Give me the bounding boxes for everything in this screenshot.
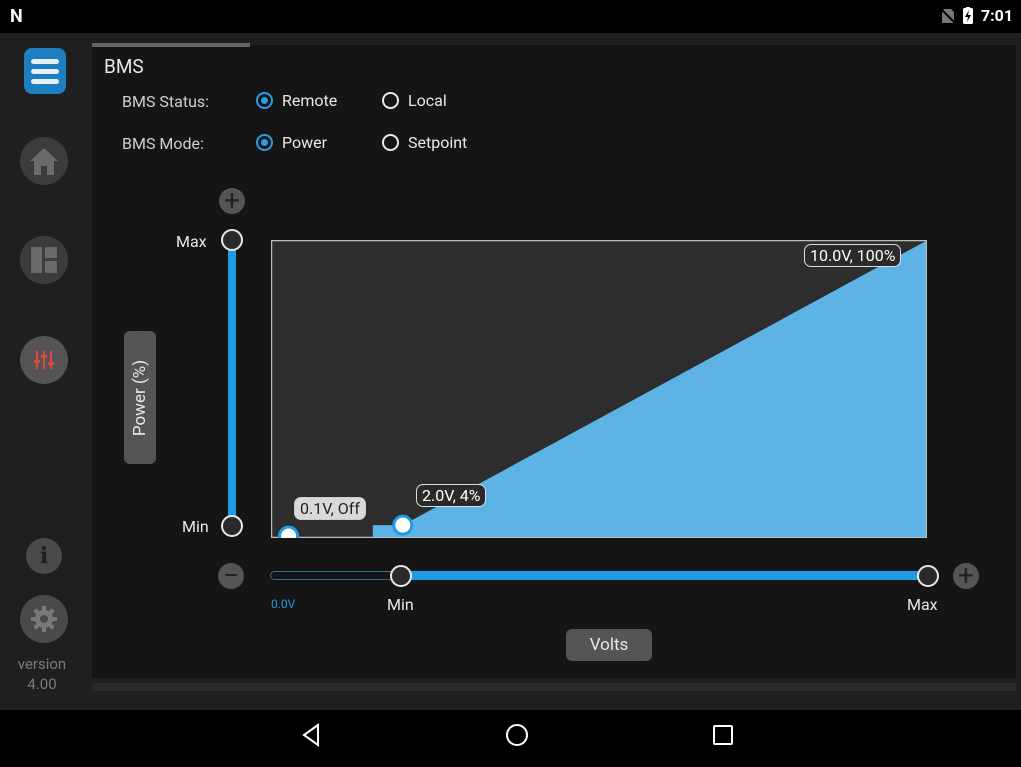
y-axis-label: Power (%) <box>130 359 150 436</box>
no-sim-icon <box>940 7 955 24</box>
menu-bar-icon <box>31 68 59 74</box>
increase-y-button[interactable]: + <box>219 184 245 217</box>
y-min-knob[interactable] <box>221 515 243 537</box>
y-max-knob[interactable] <box>221 229 243 251</box>
version-label: version <box>17 655 67 673</box>
menu-bar-icon <box>31 58 59 64</box>
x-slider-active-track[interactable] <box>400 571 928 580</box>
status-bar: N 7:01 <box>0 0 1021 33</box>
recents-square-icon[interactable] <box>712 722 734 748</box>
x-start-value: 0.0V <box>271 597 296 611</box>
radio-label: Local <box>408 91 447 110</box>
battery-charging-icon <box>962 7 973 24</box>
dashboard-button[interactable] <box>20 236 68 284</box>
gear-icon <box>31 606 57 632</box>
point-label-3: 10.0V, 100% <box>804 244 902 267</box>
radio-dot <box>256 92 273 109</box>
version-number: 4.00 <box>27 675 57 693</box>
plus-icon: + <box>224 184 240 217</box>
home-icon <box>30 148 58 175</box>
sidebar: i version 4.00 <box>0 33 84 710</box>
menu-button[interactable] <box>24 48 66 94</box>
x-axis-label-pill: Volts <box>566 629 652 661</box>
decrease-x-button[interactable]: − <box>218 559 244 592</box>
y-max-label: Max <box>176 232 207 251</box>
equalizer-sliders-icon <box>34 351 54 369</box>
bms-mode-label: BMS Mode: <box>122 134 204 153</box>
x-max-knob[interactable] <box>917 565 939 587</box>
radio-local[interactable]: Local <box>382 91 447 110</box>
home-button[interactable] <box>20 137 68 185</box>
radio-remote[interactable]: Remote <box>256 91 337 110</box>
increase-x-button[interactable]: + <box>953 559 979 592</box>
panel-title: BMS <box>104 55 144 78</box>
x-max-label: Max <box>907 595 938 614</box>
notification-n-icon: N <box>10 6 23 27</box>
radio-label: Remote <box>282 91 338 110</box>
app-area: i version 4.00 BMS BMS Status: Remote Lo… <box>0 33 1021 710</box>
radio-setpoint[interactable]: Setpoint <box>382 133 467 152</box>
y-axis-label-pill: Power (%) <box>124 331 156 464</box>
next-panel-edge <box>92 683 1016 691</box>
x-slider-inactive-track[interactable] <box>270 571 400 580</box>
plus-icon: + <box>958 559 974 592</box>
info-icon: i <box>39 543 49 569</box>
status-icons: 7:01 <box>940 6 1013 25</box>
curve-point-handle[interactable] <box>392 514 414 536</box>
radio-label: Power <box>282 133 328 152</box>
power-curve-plot <box>271 240 927 538</box>
x-axis-label: Volts <box>589 635 629 655</box>
radio-label: Setpoint <box>408 133 468 152</box>
menu-bar-icon <box>31 78 59 84</box>
radio-dot <box>256 134 273 151</box>
info-button[interactable]: i <box>26 538 62 574</box>
x-min-label: Min <box>387 595 414 614</box>
navigation-bar <box>0 710 1021 767</box>
gear-button[interactable] <box>20 595 68 643</box>
radio-power[interactable]: Power <box>256 133 327 152</box>
point-label-2: 2.0V, 4% <box>416 484 487 507</box>
clock: 7:01 <box>980 6 1013 25</box>
panel-tab-indicator <box>92 43 250 47</box>
minus-icon: − <box>222 559 239 592</box>
radio-dot <box>382 92 399 109</box>
y-slider-track[interactable] <box>228 243 236 525</box>
x-min-knob[interactable] <box>390 565 412 587</box>
home-circle-icon[interactable] <box>505 722 529 748</box>
curve-point-handle[interactable] <box>278 525 300 538</box>
back-icon[interactable] <box>300 722 322 748</box>
settings-sliders-button[interactable] <box>20 336 68 384</box>
bms-status-label: BMS Status: <box>122 92 210 111</box>
dashboard-icon <box>31 247 57 273</box>
radio-dot <box>382 134 399 151</box>
y-min-label: Min <box>182 517 209 536</box>
point-label-1: 0.1V, Off <box>294 497 366 520</box>
